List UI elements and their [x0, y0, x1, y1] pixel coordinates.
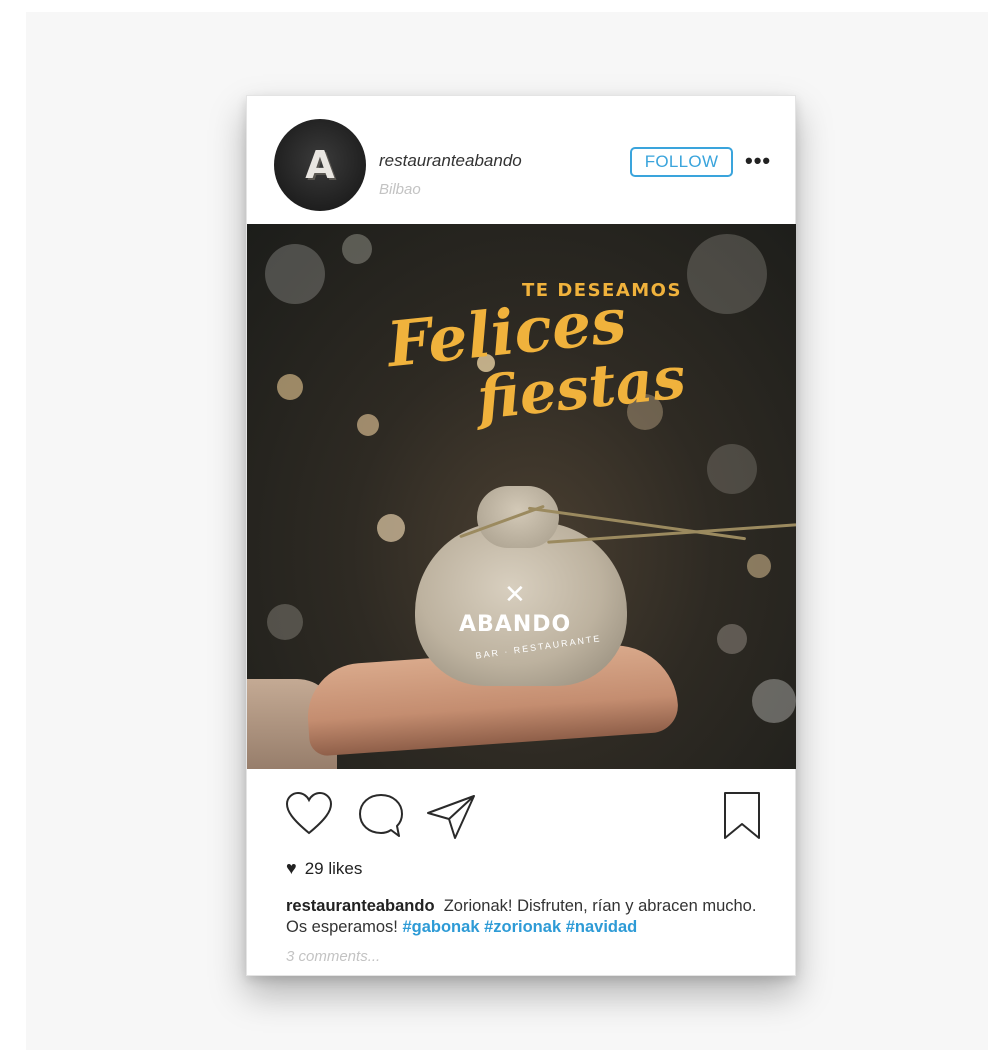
bokeh-light [265, 244, 325, 304]
avatar[interactable]: A [274, 119, 366, 211]
brand-logo-name: ABANDO [459, 612, 572, 637]
share-icon[interactable] [425, 793, 477, 841]
more-options-icon[interactable]: ••• [745, 150, 781, 175]
bokeh-light [377, 514, 405, 542]
hashtag-link[interactable]: #zorionak [484, 918, 561, 936]
bokeh-light [717, 624, 747, 654]
bokeh-light [277, 374, 303, 400]
likes-count: 29 likes [304, 858, 363, 878]
hashtag-link[interactable]: #navidad [566, 918, 638, 936]
bookmark-icon[interactable] [722, 791, 762, 841]
post-image[interactable]: ✕ ABANDO BAR · RESTAURANTE TE DESEAMOS F… [247, 224, 796, 769]
post-caption: restauranteabando Zorionak! Disfruten, r… [286, 896, 766, 938]
bokeh-light [267, 604, 303, 640]
heart-filled-icon: ♥ [286, 858, 297, 878]
bokeh-light [752, 679, 796, 723]
post-username[interactable]: restauranteabando [379, 151, 522, 171]
hashtag-link[interactable]: #gabonak [402, 918, 479, 936]
bokeh-light [747, 554, 771, 578]
post-location[interactable]: Bilbao [379, 181, 421, 198]
utensils-icon: ✕ [504, 579, 526, 609]
avatar-logo-letter: A [305, 143, 335, 187]
bokeh-light [707, 444, 757, 494]
view-comments-link[interactable]: 3 comments... [286, 948, 380, 965]
instagram-post-card: A restauranteabando Bilbao FOLLOW ••• ✕ … [246, 95, 796, 976]
likes-row[interactable]: ♥ 29 likes [286, 858, 362, 879]
caption-username[interactable]: restauranteabando [286, 897, 435, 915]
heart-icon[interactable] [284, 791, 334, 837]
follow-button[interactable]: FOLLOW [630, 147, 733, 177]
bokeh-light [687, 234, 767, 314]
bokeh-light [357, 414, 379, 436]
bokeh-light [342, 234, 372, 264]
comment-icon[interactable] [357, 792, 405, 840]
page-background: A restauranteabando Bilbao FOLLOW ••• ✕ … [26, 12, 988, 1050]
